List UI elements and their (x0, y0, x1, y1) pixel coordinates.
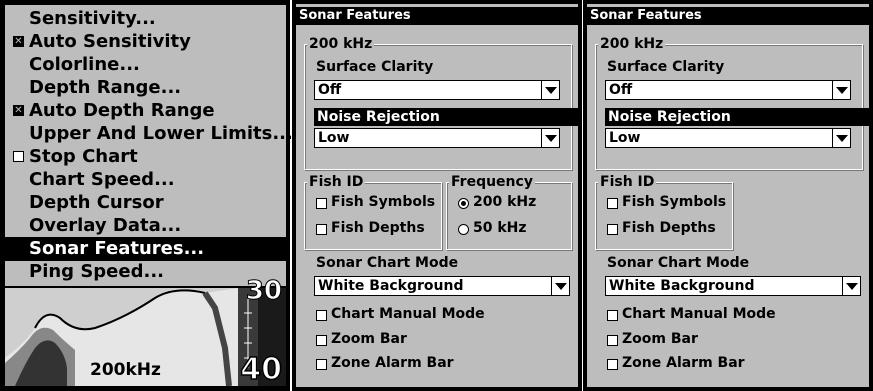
group-frequency: Frequency (446, 173, 572, 250)
chevron-down-icon[interactable] (541, 129, 559, 147)
sonar-chart-view: 200kHz (5, 288, 238, 386)
surface-clarity-select[interactable]: Off (605, 80, 851, 100)
freq-200-label: 200 kHz (473, 194, 537, 210)
unchecked-icon[interactable] (13, 151, 24, 162)
chevron-down-icon[interactable] (832, 81, 850, 99)
menu-item-label: Upper And Lower Limits... (29, 123, 293, 144)
zoom-bar-checkbox[interactable] (607, 335, 618, 346)
dialog-body: Sonar Features 200 kHz Surface Clarity O… (296, 4, 578, 387)
sonar-menu-panel: Sensitivity... ✕ Auto Sensitivity Colorli… (0, 0, 293, 391)
freq-200-radio[interactable] (458, 198, 469, 209)
menu-item-upper-lower-limits[interactable]: Upper And Lower Limits... (5, 122, 293, 146)
menu-item-overlay-data[interactable]: Overlay Data... (5, 214, 286, 238)
chart-manual-label: Chart Manual Mode (622, 306, 776, 322)
chevron-down-icon[interactable] (842, 277, 860, 295)
noise-rejection-label: Noise Rejection (605, 108, 869, 126)
zoom-bar-label: Zoom Bar (622, 331, 698, 347)
fish-symbols-label: Fish Symbols (622, 194, 727, 210)
menu-item-label: Sonar Features... (29, 238, 205, 259)
fish-depths-label: Fish Depths (622, 220, 716, 236)
group-fish-id: Fish ID (595, 173, 733, 250)
menu-item-label: Auto Sensitivity (29, 31, 191, 52)
zone-alarm-label: Zone Alarm Bar (622, 355, 745, 371)
fish-id-label: Fish ID (307, 173, 366, 191)
noise-rejection-value: Low (318, 130, 350, 146)
menu-item-label: Ping Speed... (29, 261, 164, 282)
dialog-body: Sonar Features 200 kHz Surface Clarity O… (587, 4, 869, 387)
dialog-title: Sonar Features (587, 7, 869, 25)
fish-id-label: Fish ID (598, 173, 657, 191)
sonar-features-dialog-200khz: Sonar Features 200 kHz Surface Clarity O… (583, 0, 873, 391)
depth-scale: 30 40 (238, 276, 286, 388)
noise-rejection-select[interactable]: Low (605, 128, 851, 148)
chart-manual-label: Chart Manual Mode (331, 306, 485, 322)
menu-item-label: Depth Range... (29, 77, 182, 98)
group-200khz-label: 200 kHz (598, 35, 666, 53)
surface-clarity-value: Off (609, 82, 633, 98)
menu-item-sensitivity[interactable]: Sensitivity... (5, 7, 286, 31)
zone-alarm-checkbox[interactable] (316, 359, 327, 370)
surface-clarity-value: Off (318, 82, 342, 98)
group-200khz-label: 200 kHz (307, 35, 375, 53)
menu-item-label: Overlay Data... (29, 215, 182, 236)
chevron-down-icon[interactable] (832, 129, 850, 147)
freq-50-radio[interactable] (458, 224, 469, 235)
chart-mode-select[interactable]: White Background (605, 276, 861, 296)
menu-item-colorline[interactable]: Colorline... (5, 53, 286, 77)
fish-depths-checkbox[interactable] (316, 224, 327, 235)
zoom-bar-label: Zoom Bar (331, 331, 407, 347)
checked-icon[interactable]: ✕ (13, 105, 24, 116)
zone-alarm-label: Zone Alarm Bar (331, 355, 454, 371)
dialog-title: Sonar Features (296, 7, 578, 25)
sonar-menu: Sensitivity... ✕ Auto Sensitivity Colorli… (5, 5, 293, 286)
chart-manual-checkbox[interactable] (607, 310, 618, 321)
freq-50-label: 50 kHz (473, 220, 527, 236)
menu-item-label: Auto Depth Range (29, 100, 215, 121)
depth-top-label: 30 (245, 276, 282, 307)
menu-item-label: Chart Speed... (29, 169, 175, 190)
sonar-features-dialog-200khz-50khz: Sonar Features 200 kHz Surface Clarity O… (292, 0, 582, 391)
fish-depths-checkbox[interactable] (607, 224, 618, 235)
surface-clarity-label: Surface Clarity (316, 59, 434, 75)
fish-depths-label: Fish Depths (331, 220, 425, 236)
chart-mode-label: Sonar Chart Mode (316, 255, 459, 271)
noise-rejection-label: Noise Rejection (314, 108, 578, 126)
menu-item-label: Stop Chart (29, 146, 138, 167)
chart-mode-select[interactable]: White Background (314, 276, 570, 296)
surface-clarity-label: Surface Clarity (607, 59, 725, 75)
chart-mode-value: White Background (318, 278, 464, 294)
menu-item-depth-cursor[interactable]: Depth Cursor (5, 191, 286, 215)
menu-item-label: Sensitivity... (29, 8, 156, 29)
menu-item-auto-depth-range[interactable]: ✕ Auto Depth Range (5, 99, 286, 123)
fish-symbols-checkbox[interactable] (316, 198, 327, 209)
depth-bottom-label: 40 (240, 351, 283, 388)
chevron-down-icon[interactable] (541, 81, 559, 99)
fish-symbols-checkbox[interactable] (607, 198, 618, 209)
menu-item-label: Depth Cursor (29, 192, 164, 213)
group-fish-id: Fish ID (304, 173, 442, 250)
frequency-group-label: Frequency (449, 173, 535, 191)
menu-item-chart-speed[interactable]: Chart Speed... (5, 168, 286, 192)
checked-icon[interactable]: ✕ (13, 36, 24, 47)
zoom-bar-checkbox[interactable] (316, 335, 327, 346)
frequency-label: 200kHz (90, 360, 161, 380)
chevron-down-icon[interactable] (551, 277, 569, 295)
menu-item-depth-range[interactable]: Depth Range... (5, 76, 286, 100)
fish-symbols-label: Fish Symbols (331, 194, 436, 210)
chart-mode-label: Sonar Chart Mode (607, 255, 750, 271)
noise-rejection-select[interactable]: Low (314, 128, 560, 148)
noise-rejection-value: Low (609, 130, 641, 146)
zone-alarm-checkbox[interactable] (607, 359, 618, 370)
menu-item-stop-chart[interactable]: Stop Chart (5, 145, 286, 169)
chart-mode-value: White Background (609, 278, 755, 294)
surface-clarity-select[interactable]: Off (314, 80, 560, 100)
menu-item-sonar-features[interactable]: Sonar Features... (5, 237, 286, 261)
menu-item-label: Colorline... (29, 54, 140, 75)
menu-item-auto-sensitivity[interactable]: ✕ Auto Sensitivity (5, 30, 286, 54)
chart-manual-checkbox[interactable] (316, 310, 327, 321)
